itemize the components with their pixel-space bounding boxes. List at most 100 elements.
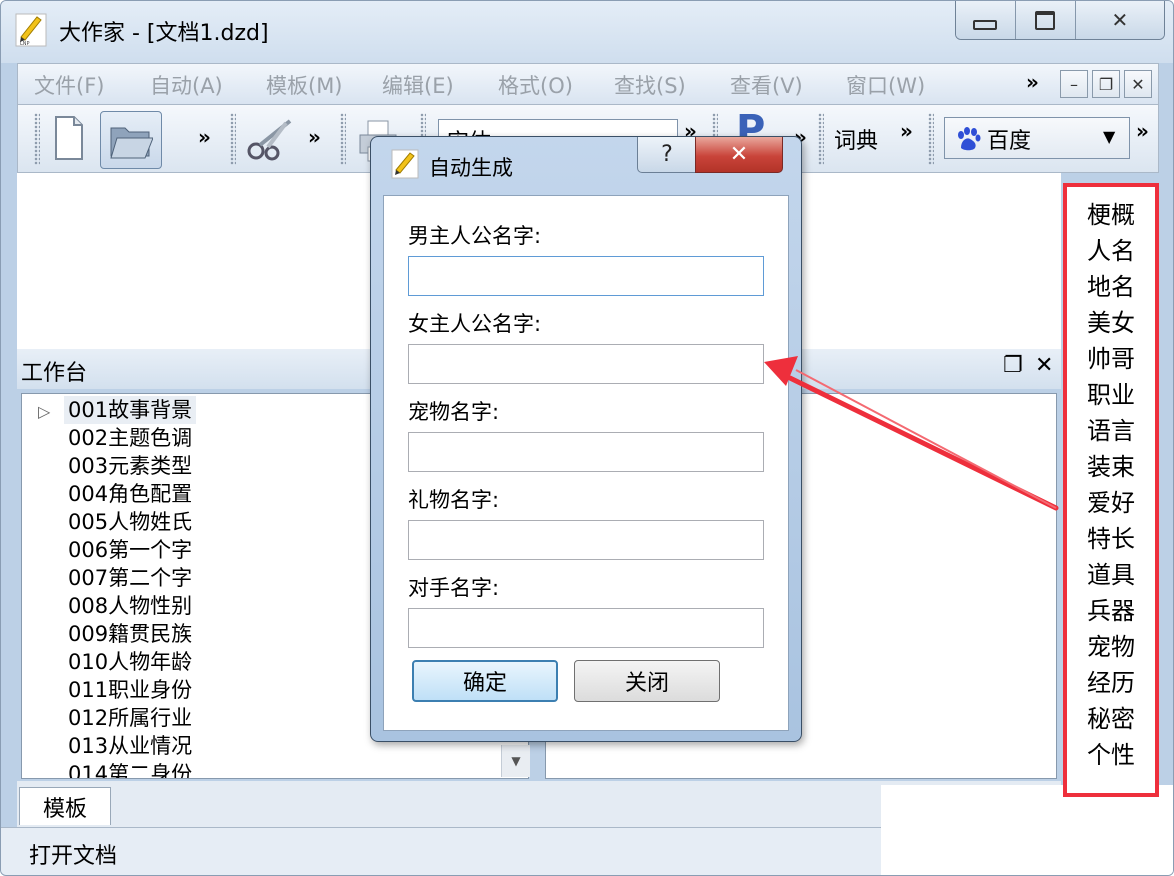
- close-icon: ✕: [729, 142, 749, 167]
- menu-overflow-icon[interactable]: »: [1026, 70, 1039, 94]
- list-item[interactable]: 装束: [1067, 449, 1155, 485]
- rival-name-label: 对手名字:: [408, 576, 500, 600]
- list-item[interactable]: 道具: [1067, 557, 1155, 593]
- tree-item[interactable]: 014第二身份: [68, 760, 192, 778]
- menu-view[interactable]: 查看(V): [730, 70, 803, 100]
- restore-icon: ❐: [1098, 74, 1114, 94]
- list-item[interactable]: 经历: [1067, 665, 1155, 701]
- list-item[interactable]: 美女: [1067, 305, 1155, 341]
- menu-auto[interactable]: 自动(A): [150, 70, 223, 100]
- list-item[interactable]: 人名: [1067, 233, 1155, 269]
- mdi-restore-button[interactable]: ❐: [1092, 70, 1120, 98]
- toolbar-grip[interactable]: [230, 113, 236, 165]
- baidu-paw-icon: [958, 127, 981, 151]
- caption-buttons: ✕: [955, 1, 1165, 40]
- toolbar-overflow-icon[interactable]: »: [900, 119, 913, 143]
- gift-name-input[interactable]: [408, 520, 764, 560]
- mdi-close-button[interactable]: ✕: [1124, 70, 1152, 98]
- feature-list-panel: 梗概 人名 地名 美女 帅哥 职业 语言 装束 爱好 特长 道具 兵器 宠物 经…: [1063, 183, 1159, 797]
- status-text: 打开文档: [29, 844, 118, 869]
- toolbar-grip[interactable]: [928, 113, 934, 165]
- female-lead-name-input[interactable]: [408, 344, 764, 384]
- menu-find[interactable]: 查找(S): [614, 70, 686, 100]
- list-item[interactable]: 秘密: [1067, 701, 1155, 737]
- close-dialog-button[interactable]: 关闭: [574, 660, 720, 702]
- tree-item[interactable]: 011职业身份: [68, 676, 192, 704]
- list-item[interactable]: 帅哥: [1067, 341, 1155, 377]
- tree-item[interactable]: 012所属行业: [68, 704, 192, 732]
- tree-item[interactable]: 007第二个字: [68, 564, 192, 592]
- list-item[interactable]: 语言: [1067, 413, 1155, 449]
- male-lead-label: 男主人公名字:: [408, 224, 542, 248]
- male-lead-name-input[interactable]: [408, 256, 764, 296]
- pet-name-input[interactable]: [408, 432, 764, 472]
- tree-item[interactable]: 008人物性别: [68, 592, 192, 620]
- mdi-minimize-button[interactable]: –: [1060, 70, 1088, 98]
- menu-format[interactable]: 格式(O): [498, 70, 573, 100]
- close-icon: ✕: [1131, 74, 1145, 94]
- toolbar-grip[interactable]: [34, 113, 40, 165]
- menu-bar: 文件(F) 自动(A) 模板(M) 编辑(E) 格式(O) 查找(S) 查看(V…: [17, 63, 1159, 105]
- mdi-buttons: – ❐ ✕: [1060, 70, 1152, 98]
- svg-text:LNP: LNP: [20, 41, 30, 47]
- gift-name-label: 礼物名字:: [408, 488, 500, 512]
- menu-template[interactable]: 模板(M): [266, 70, 343, 100]
- chevron-down-icon: ▼: [511, 754, 521, 768]
- tree-item[interactable]: 004角色配置: [68, 480, 192, 508]
- toolbar-grip[interactable]: [818, 113, 824, 165]
- dialog-title: 自动生成: [429, 156, 513, 180]
- close-button[interactable]: ✕: [1075, 1, 1164, 39]
- scroll-down-button[interactable]: ▼: [501, 745, 530, 777]
- tree-item[interactable]: 013从业情况: [68, 732, 192, 760]
- maximize-icon: [1035, 10, 1056, 30]
- list-item[interactable]: 兵器: [1067, 593, 1155, 629]
- search-engine-value: 百度: [987, 129, 1032, 154]
- open-document-button[interactable]: [100, 111, 162, 169]
- minimize-icon: –: [1070, 74, 1078, 94]
- open-folder-icon: [110, 127, 153, 159]
- toolbar-grip[interactable]: [340, 113, 346, 165]
- pencil-icon: LNP: [15, 13, 47, 47]
- float-panel-icon[interactable]: ❐: [1003, 353, 1023, 378]
- chevron-down-icon: ▼: [1103, 127, 1116, 146]
- menu-edit[interactable]: 编辑(E): [382, 70, 454, 100]
- dialog-body: 男主人公名字: 女主人公名字: 宠物名字: 礼物名字: 对手名字: 确定 关闭: [383, 195, 789, 731]
- menu-file[interactable]: 文件(F): [34, 70, 104, 100]
- tree-item[interactable]: 009籍贯民族: [68, 620, 192, 648]
- toolbar-overflow-icon[interactable]: »: [1136, 119, 1149, 143]
- toolbar-overflow-icon[interactable]: »: [308, 125, 321, 149]
- window-title: 大作家 - [文档1.dzd]: [59, 21, 269, 46]
- list-item[interactable]: 梗概: [1067, 197, 1155, 233]
- tree-item[interactable]: 006第一个字: [68, 536, 192, 564]
- close-panel-icon[interactable]: ✕: [1035, 353, 1053, 378]
- minimize-button[interactable]: [956, 1, 1016, 39]
- list-item[interactable]: 个性: [1067, 737, 1155, 773]
- tree-item[interactable]: 010人物年龄: [68, 648, 192, 676]
- menu-window[interactable]: 窗口(W): [846, 70, 925, 100]
- tree-item[interactable]: 002主题色调: [68, 424, 192, 452]
- close-icon: ✕: [1111, 8, 1129, 32]
- list-item[interactable]: 爱好: [1067, 485, 1155, 521]
- pet-name-label: 宠物名字:: [408, 400, 500, 424]
- tree-item[interactable]: 003元素类型: [68, 452, 192, 480]
- rival-name-input[interactable]: [408, 608, 764, 648]
- minimize-icon: [973, 20, 998, 30]
- list-item[interactable]: 地名: [1067, 269, 1155, 305]
- expand-arrow-icon[interactable]: ▷: [38, 402, 50, 421]
- toolbar-overflow-icon[interactable]: »: [198, 125, 211, 149]
- help-button[interactable]: ?: [637, 137, 697, 173]
- female-lead-label: 女主人公名字:: [408, 312, 542, 336]
- ok-button[interactable]: 确定: [412, 660, 558, 702]
- maximize-button[interactable]: [1015, 1, 1076, 39]
- dialog-close-button[interactable]: ✕: [695, 137, 783, 173]
- scissors-icon[interactable]: [246, 117, 296, 161]
- dictionary-button[interactable]: 词典: [834, 123, 878, 155]
- search-engine-combo[interactable]: 百度 ▼: [944, 117, 1130, 159]
- new-document-icon[interactable]: [52, 115, 84, 161]
- tree-item[interactable]: 001故事背景: [64, 396, 197, 424]
- tree-item[interactable]: 005人物姓氏: [68, 508, 192, 536]
- list-item[interactable]: 宠物: [1067, 629, 1155, 665]
- list-item[interactable]: 职业: [1067, 377, 1155, 413]
- list-item[interactable]: 特长: [1067, 521, 1155, 557]
- tab-template[interactable]: 模板: [19, 787, 111, 825]
